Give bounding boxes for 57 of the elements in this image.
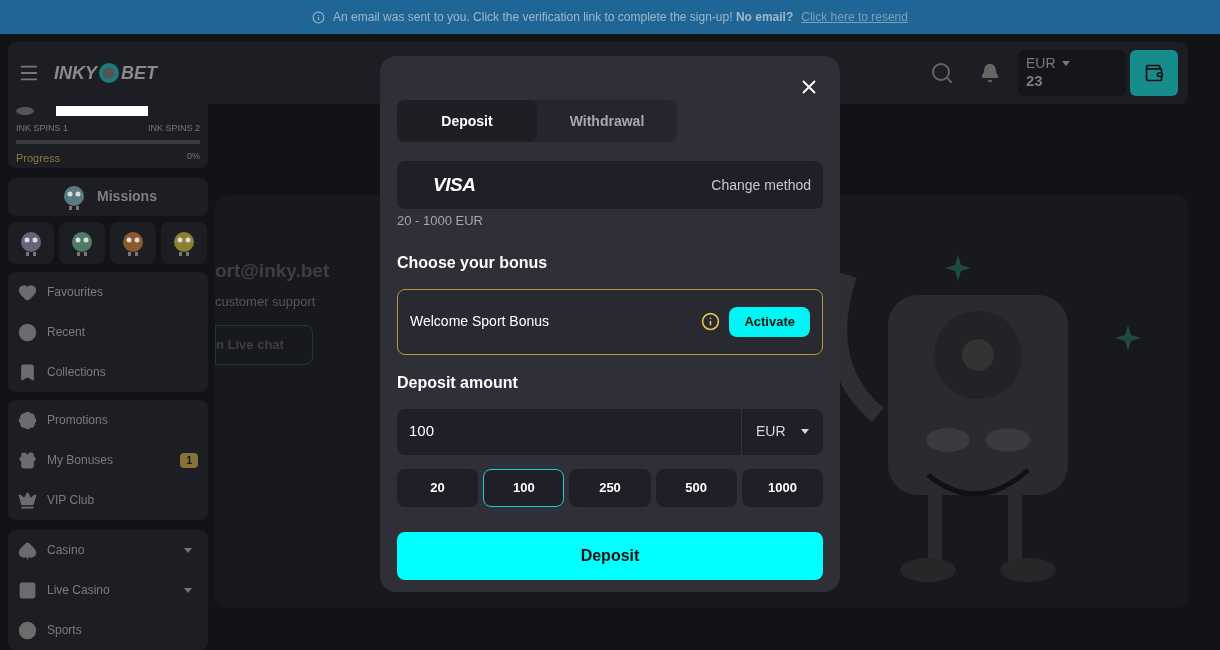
mission-tile[interactable] bbox=[161, 222, 207, 264]
amount-preset[interactable]: 100 bbox=[483, 468, 565, 507]
balance-amount: 23 bbox=[1026, 71, 1044, 91]
banner-text: An email was sent to you. Click the verification link to complete the sign-up! No email? bbox=[333, 9, 794, 26]
wallet-button[interactable] bbox=[1130, 50, 1178, 96]
caret-icon bbox=[1061, 60, 1070, 66]
amount-preset[interactable]: 1000 bbox=[741, 468, 823, 507]
menu-item[interactable]: Sports bbox=[8, 610, 208, 650]
menu-item[interactable]: Collections bbox=[8, 352, 208, 392]
bell-icon[interactable] bbox=[980, 63, 1000, 83]
balance-display[interactable]: EUR 23 bbox=[1018, 50, 1126, 96]
logo[interactable]: INKY BET bbox=[54, 59, 157, 87]
tab[interactable]: Withdrawal bbox=[537, 100, 677, 142]
mission-tile[interactable] bbox=[8, 222, 54, 264]
info-icon bbox=[312, 10, 326, 24]
tab[interactable]: Deposit bbox=[397, 100, 537, 142]
bonus-name: Welcome Sport Bonus bbox=[410, 312, 551, 331]
wallet-icon bbox=[1144, 63, 1164, 83]
amount-input[interactable]: 100 bbox=[397, 420, 741, 443]
deposit-limits: 20 - 1000 EUR bbox=[397, 212, 484, 230]
change-method-link[interactable]: Change method bbox=[711, 174, 811, 196]
crown-icon bbox=[18, 490, 37, 510]
balance-currency: EUR bbox=[1026, 55, 1056, 71]
menu-item[interactable]: Recent bbox=[8, 312, 208, 352]
spade-icon bbox=[18, 540, 37, 560]
activate-button[interactable]: Activate bbox=[729, 306, 810, 337]
progress-label: Progress bbox=[16, 150, 61, 166]
caret-icon bbox=[801, 429, 809, 434]
count-badge: 1 bbox=[180, 452, 198, 468]
menu-item[interactable]: Live Casino bbox=[8, 570, 208, 610]
avatar-icon bbox=[16, 107, 34, 115]
menu-item[interactable]: VIP Club bbox=[8, 480, 208, 520]
bookmark-icon bbox=[18, 362, 37, 382]
currency-select[interactable]: EUR bbox=[741, 408, 823, 455]
amount-field[interactable]: 100 EUR bbox=[397, 408, 823, 455]
spins-label: INK SPINS 1 bbox=[16, 122, 69, 135]
progress-value: 0% bbox=[187, 149, 200, 163]
amount-heading: Deposit amount bbox=[397, 372, 519, 393]
missions-button[interactable]: Missions bbox=[8, 177, 208, 216]
menu-item[interactable]: Promotions bbox=[8, 400, 208, 440]
visa-logo: VISA bbox=[433, 172, 476, 197]
mission-tile[interactable] bbox=[59, 222, 105, 264]
info-icon[interactable] bbox=[701, 312, 721, 331]
amount-preset[interactable]: 250 bbox=[569, 468, 651, 507]
payment-method-row[interactable]: VISA Change method bbox=[397, 161, 823, 209]
search-icon[interactable] bbox=[930, 61, 954, 85]
menu-item[interactable]: Favourites bbox=[8, 272, 208, 312]
menu-item[interactable]: My Bonuses 1 bbox=[8, 440, 208, 480]
mission-tile[interactable] bbox=[110, 222, 156, 264]
support-subtitle: customer support bbox=[215, 292, 317, 311]
spins-label: INK SPINS 2 bbox=[147, 122, 200, 135]
bonus-heading: Choose your bonus bbox=[397, 252, 549, 273]
deposit-button[interactable]: Deposit bbox=[397, 531, 823, 580]
heart-icon bbox=[18, 282, 37, 302]
amount-preset[interactable]: 20 bbox=[397, 468, 479, 507]
amount-preset[interactable]: 500 bbox=[655, 468, 737, 507]
menu-item[interactable]: Casino bbox=[8, 530, 208, 570]
